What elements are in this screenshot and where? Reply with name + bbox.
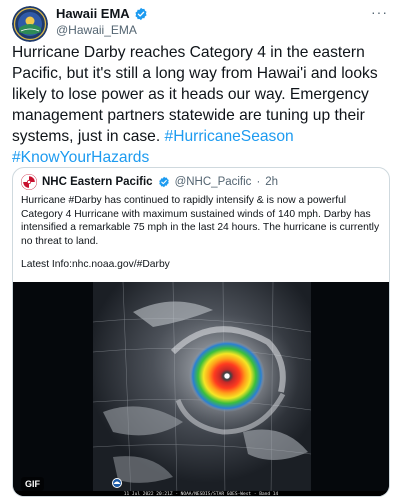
quoted-info-link[interactable]: Latest Info:nhc.noaa.gov/#Darby xyxy=(21,259,170,270)
noaa-logo-icon xyxy=(112,478,122,488)
tweet-card: Hawaii EMA @Hawaii_EMA ··· Hurricane Dar… xyxy=(0,0,400,500)
gif-badge: GIF xyxy=(21,477,44,491)
hashtag-link[interactable]: #HurricaneSeason xyxy=(165,128,294,145)
satellite-image xyxy=(13,282,389,496)
quoted-author-name[interactable]: NHC Eastern Pacific xyxy=(42,176,153,188)
quoted-author-handle[interactable]: @NHC_Pacific xyxy=(175,176,252,188)
image-credit: 11 Jul 2022 20:21Z - NOAA/NESDIS/STAR GO… xyxy=(123,492,279,497)
author-name[interactable]: Hawaii EMA xyxy=(56,6,130,21)
separator-dot: · xyxy=(256,176,261,188)
nhc-logo-icon xyxy=(21,174,37,190)
hashtag-link[interactable]: #KnowYourHazards xyxy=(12,149,149,166)
hawaii-state-seal-icon xyxy=(12,6,48,42)
author-handle[interactable]: @Hawaii_EMA xyxy=(56,23,137,37)
quoted-author-avatar[interactable] xyxy=(21,174,37,190)
verified-badge-icon xyxy=(135,7,147,20)
more-options-icon[interactable]: ··· xyxy=(371,4,388,20)
tweet-text-block: Hurricane Darby reaches Category 4 in th… xyxy=(12,42,396,168)
hurricane-satellite-gif[interactable]: 11 Jul 2022 20:21Z - NOAA/NESDIS/STAR GO… xyxy=(13,282,389,497)
quoted-tweet-header: NHC Eastern Pacific @NHC_Pacific · 2h xyxy=(21,174,278,190)
quoted-timestamp[interactable]: 2h xyxy=(265,176,278,188)
author-avatar[interactable] xyxy=(12,6,48,42)
quoted-tweet-text: Hurricane #Darby has continued to rapidl… xyxy=(21,195,380,247)
verified-badge-icon xyxy=(158,176,169,188)
quoted-tweet[interactable]: NHC Eastern Pacific @NHC_Pacific · 2h Hu… xyxy=(12,167,390,497)
